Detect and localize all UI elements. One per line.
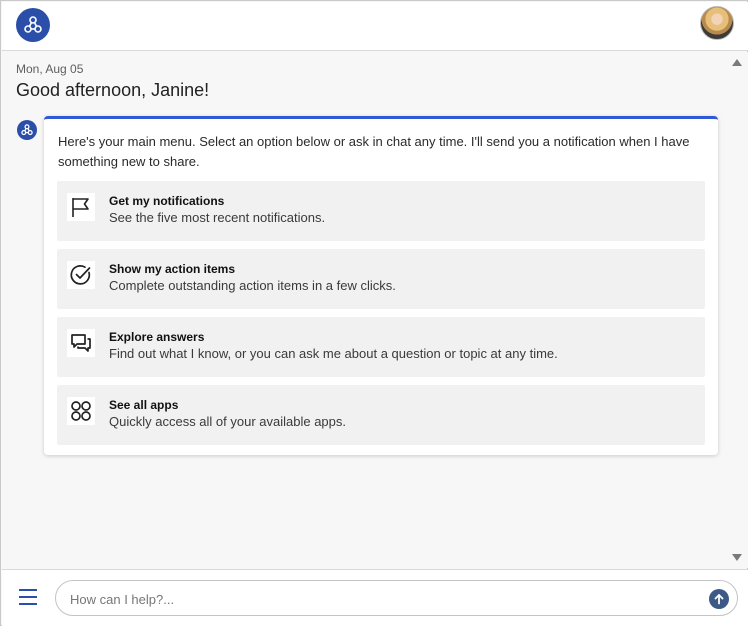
send-arrow-icon: [714, 594, 724, 605]
chat-bubbles-icon: [67, 329, 95, 357]
option-description: Quickly access all of your available app…: [109, 414, 347, 429]
header-bar: [2, 2, 748, 51]
option-description: See the five most recent notifications.: [109, 210, 326, 225]
scroll-down-arrow-icon[interactable]: [732, 554, 742, 561]
option-description: Find out what I know, or you can ask me …: [109, 346, 558, 361]
chat-transcript: Mon, Aug 05 Good afternoon, Janine! Here…: [2, 52, 748, 568]
main-menu-card: Here's your main menu. Select an option …: [44, 116, 718, 455]
option-explore-answers[interactable]: Explore answers Find out what I know, or…: [57, 317, 705, 377]
option-title: Get my notifications: [109, 194, 225, 208]
option-see-all-apps[interactable]: See all apps Quickly access all of your …: [57, 385, 705, 445]
send-button[interactable]: [709, 589, 729, 609]
scroll-up-arrow-icon[interactable]: [732, 59, 742, 66]
apps-grid-icon: [67, 397, 95, 425]
chat-composer: [2, 569, 748, 626]
option-title: Explore answers: [109, 330, 205, 344]
chat-input-container: [55, 580, 738, 616]
user-avatar[interactable]: [700, 6, 734, 40]
chat-input[interactable]: [70, 589, 690, 609]
app-window: Mon, Aug 05 Good afternoon, Janine! Here…: [0, 0, 748, 626]
option-title: See all apps: [109, 398, 179, 412]
flag-icon: [67, 193, 95, 221]
message-date: Mon, Aug 05: [16, 62, 84, 76]
greeting-heading: Good afternoon, Janine!: [16, 80, 210, 100]
option-get-notifications[interactable]: Get my notifications See the five most r…: [57, 181, 705, 241]
check-circle-icon: [67, 261, 95, 289]
app-logo[interactable]: [16, 8, 50, 42]
option-description: Complete outstanding action items in a f…: [109, 278, 396, 293]
option-show-action-items[interactable]: Show my action items Complete outstandin…: [57, 249, 705, 309]
connection-nodes-icon: [24, 16, 42, 33]
connection-nodes-icon: [21, 124, 33, 136]
option-title: Show my action items: [109, 262, 236, 276]
bot-avatar: [17, 120, 37, 140]
menu-intro-text: Here's your main menu. Select an option …: [58, 134, 690, 169]
hamburger-menu-icon[interactable]: [19, 589, 39, 605]
